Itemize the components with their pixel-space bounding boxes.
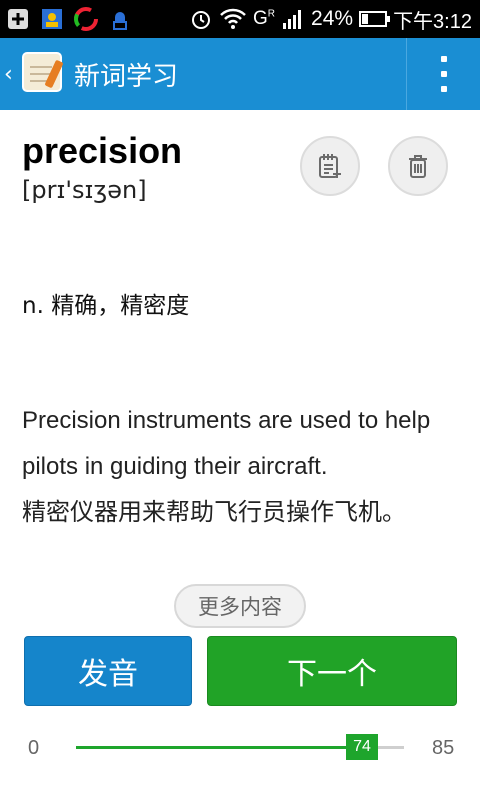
alarm-icon <box>192 11 211 29</box>
plus-notification-icon <box>8 9 28 29</box>
status-right: GR 24% 下午3:12 <box>189 0 472 38</box>
example-english: Precision instruments are used to help p… <box>22 407 431 480</box>
example-chinese: 精密仪器用来帮助飞行员操作飞机。 <box>22 499 406 526</box>
trash-icon <box>409 155 427 178</box>
signal-icon <box>283 10 302 29</box>
more-content-button[interactable]: 更多内容 <box>174 584 306 628</box>
usb-debug-icon <box>113 12 127 30</box>
add-to-notebook-button[interactable] <box>300 136 360 196</box>
page-title: 新词学习 <box>74 62 179 92</box>
back-icon[interactable]: ‹ <box>4 62 13 87</box>
clock: 下午3:12 <box>393 10 472 33</box>
app-logo-icon[interactable] <box>22 52 64 92</box>
contacts-icon <box>42 9 62 29</box>
word-headword: precision <box>22 130 183 171</box>
progress-fill <box>76 746 362 749</box>
delete-word-button[interactable] <box>388 136 448 196</box>
progress-thumb[interactable]: 74 <box>346 734 378 760</box>
network-type: GR <box>253 8 276 29</box>
example-sentence: Precision instruments are used to help p… <box>22 398 462 536</box>
word-phonetic: [prɪ'sɪʒən] <box>22 176 147 204</box>
battery-icon <box>359 11 391 27</box>
action-bar: ‹ 新词学习 <box>0 38 480 110</box>
pronounce-button[interactable]: 发音 <box>24 636 192 706</box>
progress-min: 0 <box>28 737 40 759</box>
next-word-button[interactable]: 下一个 <box>207 636 457 706</box>
battery-percent: 24% <box>311 7 354 30</box>
word-meaning: n. 精确，精密度 <box>22 293 190 319</box>
progress-slider[interactable]: 74 <box>76 734 404 760</box>
add-to-notebook-icon <box>319 154 341 178</box>
circle-app-icon <box>74 7 98 31</box>
status-left-icons <box>6 6 132 32</box>
action-bar-divider <box>406 38 407 110</box>
more-vert-icon[interactable] <box>430 52 458 96</box>
progress-max: 85 <box>432 737 455 759</box>
status-bar: GR 24% 下午3:12 <box>0 0 480 38</box>
wifi-icon <box>220 8 246 29</box>
